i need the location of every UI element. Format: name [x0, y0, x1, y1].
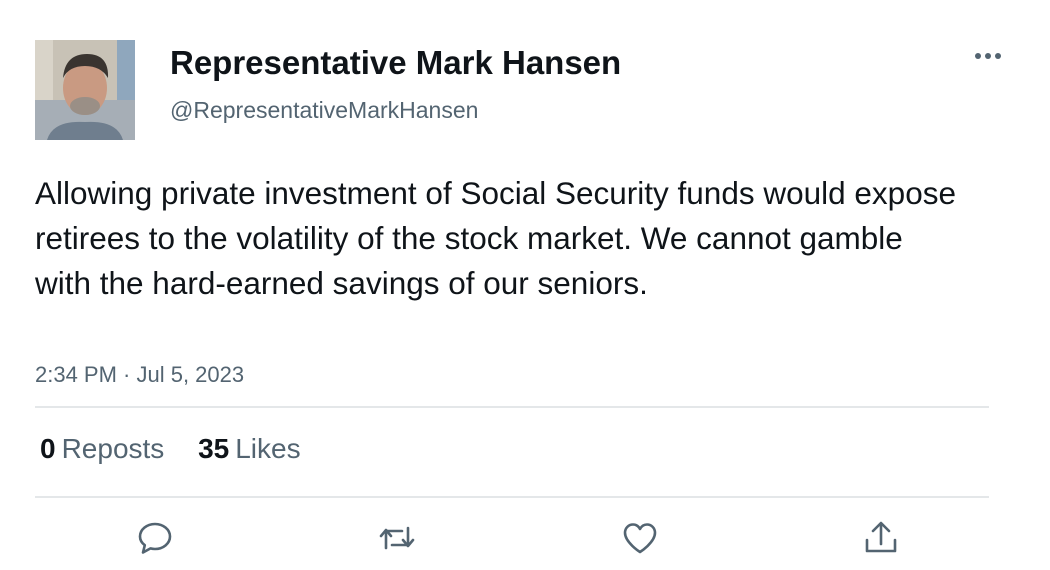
share-icon[interactable] — [861, 518, 901, 558]
reposts-label: Reposts — [61, 433, 165, 464]
avatar[interactable] — [35, 40, 135, 140]
author-handle[interactable]: @RepresentativeMarkHansen — [170, 96, 478, 124]
reposts-count: 0 — [40, 433, 56, 464]
tweet-timestamp[interactable]: 2:34 PM · Jul 5, 2023 — [35, 361, 244, 389]
more-options-icon[interactable] — [972, 44, 1004, 68]
author-display-name[interactable]: Representative Mark Hansen — [170, 44, 621, 82]
reposts-stat[interactable]: 0 Reposts — [40, 432, 164, 466]
divider — [35, 406, 989, 408]
profile-photo-icon — [35, 40, 135, 140]
likes-label: Likes — [235, 433, 301, 464]
tweet-card: Representative Mark Hansen @Representati… — [0, 0, 1050, 570]
likes-count: 35 — [198, 433, 230, 464]
divider — [35, 496, 989, 498]
repost-icon[interactable] — [377, 518, 417, 558]
tweet-text: Allowing private investment of Social Se… — [35, 175, 956, 301]
like-icon[interactable] — [620, 518, 660, 558]
reply-icon[interactable] — [135, 518, 175, 558]
engagement-stats: 0 Reposts 35 Likes — [40, 432, 327, 466]
likes-stat[interactable]: 35 Likes — [198, 432, 301, 466]
